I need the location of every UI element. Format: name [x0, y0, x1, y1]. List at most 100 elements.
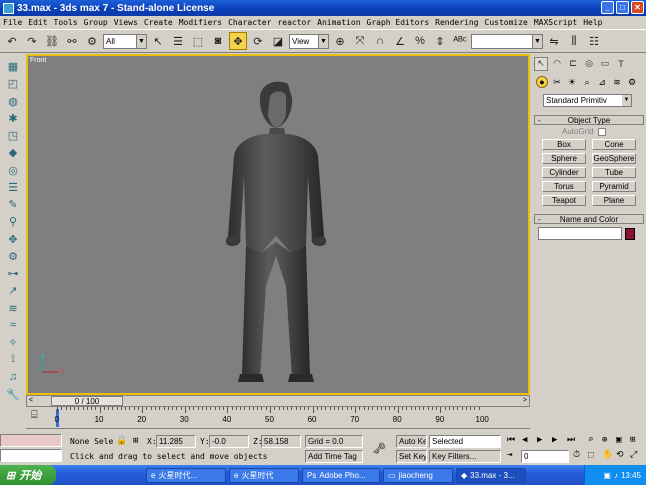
lights-sub-icon[interactable]: ☀: [566, 76, 578, 88]
align-icon[interactable]: ⫼: [565, 32, 583, 50]
angle-snap-icon[interactable]: ∠: [391, 32, 409, 50]
systems-icon[interactable]: ⊶: [4, 266, 22, 281]
particles-icon[interactable]: ✱: [4, 111, 22, 126]
time-slider-prev[interactable]: <: [29, 397, 33, 404]
prev-frame-icon[interactable]: ◀: [522, 435, 527, 445]
sound-icon[interactable]: ♫: [4, 370, 22, 385]
cone-button[interactable]: Cone: [592, 139, 636, 150]
task-button-3[interactable]: Ps Adobe Pho...: [302, 467, 380, 483]
shapes-sub-icon[interactable]: ✂: [551, 76, 563, 88]
create-tab-icon[interactable]: ↖: [534, 56, 548, 71]
menu-animation[interactable]: Animation: [317, 18, 360, 27]
menu-customize[interactable]: Customize: [485, 18, 528, 27]
layer-manager-icon[interactable]: ☷: [585, 32, 603, 50]
edit-named-sel-icon[interactable]: ᴬᴮᶜ: [451, 32, 469, 50]
dynamics-icon[interactable]: ◎: [4, 163, 22, 178]
spacewarps-icon[interactable]: ⚙: [4, 249, 22, 264]
spinner-snap-icon[interactable]: ⇕: [431, 32, 449, 50]
percent-snap-icon[interactable]: %: [411, 32, 429, 50]
close-button[interactable]: ✕: [631, 1, 644, 14]
zoom-extents-all-icon[interactable]: ⊞: [630, 435, 635, 445]
object-type-rollout[interactable]: - Object Type: [534, 115, 644, 125]
maxscript-listener-pink[interactable]: [0, 434, 62, 447]
time-config-icon[interactable]: ⏱: [573, 450, 580, 460]
menu-help[interactable]: Help: [583, 18, 602, 27]
minimize-button[interactable]: _: [601, 1, 614, 14]
geometry-icon[interactable]: ●: [536, 76, 548, 88]
task-button-4[interactable]: ▭ jiaocheng: [383, 467, 453, 483]
menu-tools[interactable]: Tools: [54, 18, 78, 27]
unlink-icon[interactable]: ⚯: [63, 32, 81, 50]
torus-button[interactable]: Torus: [542, 181, 586, 192]
cameras-icon[interactable]: ⚲: [4, 214, 22, 229]
time-slider-thumb[interactable]: 0 / 100: [51, 396, 123, 406]
primitive-type-dropdown[interactable]: Standard Primitiv ▼: [543, 94, 632, 107]
ripple-icon[interactable]: ≈: [4, 318, 22, 333]
set-key-button[interactable]: Set Key: [396, 450, 427, 463]
rect-selection-icon[interactable]: ⬚: [189, 32, 207, 50]
pan-icon[interactable]: ✋: [602, 450, 613, 460]
compounds-icon[interactable]: ◍: [4, 94, 22, 109]
clock[interactable]: 13:45: [621, 471, 641, 480]
redo-icon[interactable]: ↷: [23, 32, 41, 50]
z-coordinate-field[interactable]: 58.158: [261, 435, 301, 448]
utilities-tab-icon[interactable]: T: [614, 57, 628, 71]
bones-icon[interactable]: ⟟: [4, 352, 22, 367]
track-bar[interactable]: 0 10 20 30 40 50 60 70 80 90 100: [26, 407, 530, 429]
go-to-end-icon[interactable]: ⏭: [567, 435, 575, 445]
zoom-icon[interactable]: ⌕: [588, 435, 593, 445]
menu-views[interactable]: Views: [114, 18, 138, 27]
menu-file[interactable]: File: [3, 18, 22, 27]
autogrid-checkbox[interactable]: [597, 127, 606, 136]
bind-space-warp-icon[interactable]: ⚙: [83, 32, 101, 50]
nurbs-icon[interactable]: ◆: [4, 145, 22, 160]
create-objects-icon[interactable]: ▦: [4, 59, 22, 74]
utilities-icon[interactable]: 🔧: [4, 387, 22, 402]
menu-create[interactable]: Create: [144, 18, 173, 27]
systems-sub-icon[interactable]: ⚙: [626, 76, 638, 88]
zoom-all-icon[interactable]: ⊕: [602, 435, 607, 445]
select-and-scale-icon[interactable]: ◪: [269, 32, 287, 50]
menu-rendering[interactable]: Rendering: [435, 18, 478, 27]
menu-character[interactable]: Character: [228, 18, 271, 27]
key-mode-toggle-icon[interactable]: ⇥: [507, 450, 512, 460]
named-selection-set-dropdown[interactable]: ▼: [471, 33, 543, 49]
zoom-extents-icon[interactable]: ▣: [616, 435, 621, 445]
menu-maxscript[interactable]: MAXScript: [534, 18, 577, 27]
spacewarps-sub-icon[interactable]: ≋: [611, 76, 623, 88]
plane-button[interactable]: Plane: [592, 195, 636, 206]
maximize-viewport-icon[interactable]: ⤢: [630, 450, 637, 460]
key-icon[interactable]: 🗝: [372, 442, 386, 455]
select-by-name-icon[interactable]: ☰: [169, 32, 187, 50]
wind-icon[interactable]: ≋: [4, 301, 22, 316]
helpers-icon[interactable]: ✥: [4, 232, 22, 247]
absolute-mode-icon[interactable]: ⊞: [133, 436, 138, 446]
select-and-rotate-icon[interactable]: ⟳: [249, 32, 267, 50]
tube-button[interactable]: Tube: [592, 167, 636, 178]
manipulate-icon[interactable]: ⤧: [351, 32, 369, 50]
modifiers-icon[interactable]: ✧: [4, 335, 22, 350]
front-viewport[interactable]: Front z x: [26, 54, 530, 395]
play-icon[interactable]: ▶: [537, 435, 542, 445]
stairs-icon[interactable]: ☰: [4, 180, 22, 195]
box-button[interactable]: Box: [542, 139, 586, 150]
y-coordinate-field[interactable]: -0.0: [209, 435, 249, 448]
helpers-sub-icon[interactable]: ⊿: [596, 76, 608, 88]
menu-graph-editors[interactable]: Graph Editors: [367, 18, 430, 27]
modify-tab-icon[interactable]: ◠: [550, 57, 564, 71]
patch-grids-icon[interactable]: ◳: [4, 128, 22, 143]
add-time-tag-button[interactable]: Add Time Tag: [305, 450, 363, 463]
biped-icon[interactable]: ↗: [4, 283, 22, 298]
lights-icon[interactable]: ✎: [4, 197, 22, 212]
sphere-button[interactable]: Sphere: [542, 153, 586, 164]
shapes-icon[interactable]: ◰: [4, 76, 22, 91]
current-frame-field[interactable]: 0: [521, 450, 569, 463]
ref-coord-dropdown[interactable]: View ▼: [289, 33, 329, 49]
volume-icon[interactable]: ♪: [614, 471, 618, 480]
go-to-start-icon[interactable]: ⏮: [507, 435, 515, 445]
hierarchy-tab-icon[interactable]: ⊏: [566, 57, 580, 71]
time-slider-next[interactable]: >: [523, 397, 527, 404]
motion-tab-icon[interactable]: ◎: [582, 57, 596, 71]
next-frame-icon[interactable]: ▶: [552, 435, 557, 445]
region-zoom-icon[interactable]: ⬚: [588, 450, 593, 460]
